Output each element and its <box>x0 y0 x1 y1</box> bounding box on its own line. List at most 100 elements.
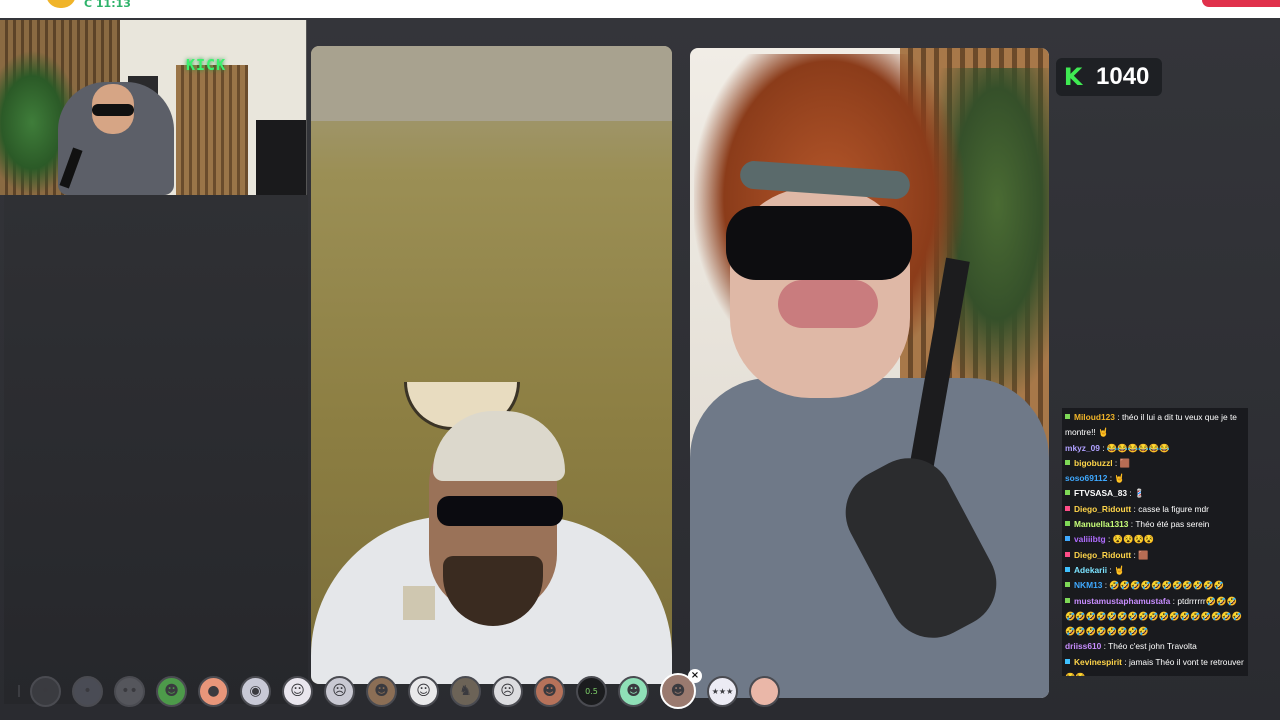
chat-username[interactable]: Diego_Ridoutt <box>1074 550 1131 560</box>
ceiling <box>311 46 672 121</box>
kick-neon-sign: KICK <box>186 56 227 74</box>
reaction-icon: ★★★ <box>711 686 734 696</box>
reaction-icon: ♞ <box>459 683 472 699</box>
video-participant-left[interactable] <box>311 46 672 684</box>
reaction-15-button[interactable]: ☻ <box>618 675 649 707</box>
reaction-10-button[interactable]: ☺ <box>408 675 439 707</box>
reaction-icon: ☻ <box>542 683 557 699</box>
chat-separator: : <box>1105 534 1113 545</box>
reaction-11-button[interactable]: ♞ <box>450 675 481 707</box>
reaction-3-button[interactable]: •• <box>114 675 145 707</box>
chat-message: driiss610 : Théo c'est john Travolta <box>1065 639 1245 654</box>
webcam-monitor <box>256 120 306 195</box>
chat-username[interactable]: NKM13 <box>1074 580 1102 590</box>
chat-message: Manuella1313 : Théo été pas serein <box>1065 517 1245 532</box>
chat-username[interactable]: driiss610 <box>1065 641 1101 651</box>
chat-separator: : <box>1114 412 1122 422</box>
chat-username[interactable]: mustamustaphamustafa <box>1074 596 1170 606</box>
reaction-16-button[interactable]: ☻ × <box>660 669 702 709</box>
close-icon[interactable]: × <box>688 669 702 683</box>
chat-message: FTVSASA_83 : 💈 <box>1065 486 1245 501</box>
chat-separator: : <box>1107 564 1115 575</box>
chat-badge-icon <box>1065 582 1070 588</box>
chat-username[interactable]: Diego_Ridoutt <box>1074 504 1131 514</box>
chat-text: 💈 <box>1134 488 1145 499</box>
participant-sunglasses <box>437 496 563 526</box>
chat-separator: : <box>1112 457 1120 468</box>
chat-message: bigobuzzl : 🟫 <box>1065 456 1245 471</box>
chat-username[interactable]: bigobuzzl <box>1074 458 1113 468</box>
streamer-glasses <box>92 104 134 116</box>
kick-counter: K 1040 <box>1056 58 1162 96</box>
reaction-icon: •• <box>121 683 138 699</box>
reaction-icon: ☹ <box>332 683 347 699</box>
chat-message: Diego_Ridoutt : 🟫 <box>1065 548 1245 563</box>
chat-badge-icon <box>1065 521 1070 527</box>
reaction-9-button[interactable]: ☻ <box>366 675 397 707</box>
chat-text: Théo été pas serein <box>1135 519 1210 530</box>
reaction-14-button[interactable]: 0.5 <box>576 675 607 707</box>
chat-text: 😂😂😂😂😂😂 <box>1106 442 1170 453</box>
reaction-13-button[interactable]: ☻ <box>534 675 565 707</box>
chat-username[interactable]: FTVSASA_83 <box>1074 488 1127 498</box>
left-empty-panel <box>4 194 308 704</box>
kick-count: 1040 <box>1096 63 1150 90</box>
chat-text: Théo c'est john Travolta <box>1108 641 1197 652</box>
reaction-4-button[interactable]: ☻ <box>156 675 187 707</box>
chat-message: Miloud123 : théo il lui a dit tu veux qu… <box>1065 410 1245 441</box>
chat-username[interactable]: soso69112 <box>1065 473 1107 483</box>
reaction-7-button[interactable]: ☺ <box>282 675 313 707</box>
reaction-icon: • <box>41 683 50 699</box>
chat-badge-icon <box>1065 490 1070 496</box>
reaction-icon: ◉ <box>249 683 262 699</box>
reaction-17-button[interactable]: ★★★ <box>707 675 738 707</box>
chat-text: 🤘 <box>1114 473 1125 484</box>
reaction-bar-handle[interactable] <box>18 685 23 697</box>
reaction-icon: ☻ <box>374 683 389 699</box>
chat-badge-icon <box>1065 597 1070 603</box>
chat-username[interactable]: Adekarii <box>1074 565 1107 575</box>
reaction-icon: • <box>83 683 92 699</box>
reaction-18-button[interactable] <box>749 675 780 707</box>
reaction-icon: ☻ <box>164 683 179 699</box>
kick-logo-icon: K <box>1063 63 1083 91</box>
chat-username[interactable]: mkyz_09 <box>1065 443 1100 453</box>
reaction-1-button[interactable]: • <box>30 675 61 707</box>
chat-message: Diego_Ridoutt : casse la figure mdr <box>1065 502 1245 517</box>
reaction-6-button[interactable]: ◉ <box>240 675 271 707</box>
chat-text: 🤘 <box>1114 564 1125 575</box>
reaction-icon: ☻ <box>670 683 686 699</box>
chat-text: 😵😵😵😵 <box>1112 534 1155 545</box>
app-logo-icon[interactable] <box>46 0 76 8</box>
chat-message: Adekarii : 🤘 <box>1065 563 1245 578</box>
chat-message: Kevinespirit : jamais Théo il vont te re… <box>1065 655 1245 676</box>
top-bar-label: C 11:13 <box>84 0 131 10</box>
chat-username[interactable]: valiiibtg <box>1074 534 1106 544</box>
chat-message: NKM13 : 🤣🤣🤣🤣🤣🤣🤣🤣🤣🤣🤣 <box>1065 578 1245 593</box>
reaction-8-button[interactable]: ☹ <box>324 675 355 707</box>
chat-badge-icon <box>1065 505 1070 511</box>
participant-sunglasses <box>726 206 912 280</box>
reaction-12-button[interactable]: ☹ <box>492 675 523 707</box>
webcam-wood-slats-right <box>176 65 248 195</box>
chat-text: casse la figure mdr <box>1138 503 1209 514</box>
chat-separator: : <box>1127 488 1135 499</box>
chat-separator: : <box>1121 656 1129 667</box>
video-participant-right[interactable] <box>690 48 1049 698</box>
top-bar: C 11:13 <box>0 0 1280 18</box>
reaction-5-button[interactable]: ● <box>198 675 229 707</box>
live-button[interactable] <box>1202 0 1280 7</box>
chat-message: soso69112 : 🤘 <box>1065 471 1245 486</box>
chat-overlay: Miloud123 : théo il lui a dit tu veux qu… <box>1062 408 1248 676</box>
chat-badge-icon <box>1065 566 1070 572</box>
reaction-icon: ☺ <box>290 683 305 699</box>
chat-badge-icon <box>1065 414 1070 419</box>
chat-username[interactable]: Miloud123 <box>1074 412 1115 422</box>
reaction-2-button[interactable]: • <box>72 675 103 707</box>
reaction-icon: 0.5 <box>585 686 598 696</box>
light-switch <box>403 586 435 620</box>
chat-username[interactable]: Manuella1313 <box>1074 519 1128 529</box>
chat-text: 🟫 <box>1138 549 1149 560</box>
chat-username[interactable]: Kevinespirit <box>1074 657 1122 667</box>
chat-badge-icon <box>1065 536 1070 542</box>
